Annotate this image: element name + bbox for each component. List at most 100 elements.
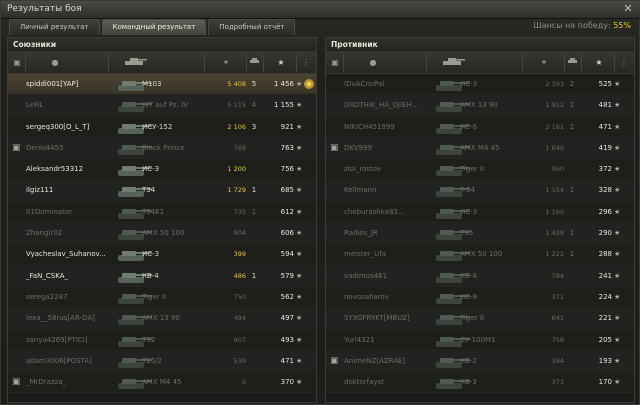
damage-value: 371 <box>551 292 564 301</box>
kills-value <box>248 287 260 308</box>
xp-value: 471 <box>280 356 294 365</box>
player-name[interactable]: Kellmann <box>344 180 436 201</box>
player-name[interactable]: ilgiz111 <box>26 180 118 201</box>
close-icon[interactable]: ✕ <box>621 3 635 16</box>
kills-value <box>248 159 260 180</box>
kills-icon[interactable] <box>248 57 262 69</box>
player-name[interactable]: LeFiL <box>26 95 118 116</box>
xp-star-icon: ★ <box>296 101 303 110</box>
xp-star-icon: ★ <box>296 207 303 216</box>
enemy-row[interactable]: doktorfayst КВ-3 373 170 ★ <box>326 372 634 394</box>
enemy-row[interactable]: NIKICH451999 ИС-6 2 161 2 471 ★ <box>326 116 634 138</box>
player-name[interactable]: sergeq300[O_L_T] <box>26 117 118 138</box>
ally-row[interactable]: sergeq300[O_L_T] ИСУ-152 2 106 3 921 ★ <box>8 116 316 138</box>
ally-row[interactable]: Zhangir02 AMX 50 100 904 606 ★ <box>8 223 316 245</box>
damage-icon[interactable]: ✶ <box>526 57 562 69</box>
player-name[interactable]: sanya4269[PTICI] <box>26 330 118 351</box>
player-name[interactable]: SYXOFRYKT[MBUZ] <box>344 308 436 329</box>
medal-icon[interactable] <box>302 77 316 91</box>
ally-row[interactable]: sanya4269[PTICI] T32 607 493 ★ <box>8 329 316 351</box>
player-name[interactable]: DXOTHIK_HA_OJIEH... <box>344 95 436 116</box>
ally-row[interactable]: lexa__58rus[AR-DA] AMX 13 90 494 497 ★ <box>8 308 316 330</box>
enemy-row[interactable]: novozaharov ИС-8 371 224 ★ <box>326 286 634 309</box>
damage-icon[interactable]: ✶ <box>208 57 244 69</box>
player-name[interactable]: AnimeNZ[AZRAE] <box>344 351 436 372</box>
xp-star-icon[interactable]: ★ <box>266 57 296 69</box>
enemy-row[interactable]: Kellmann T-54 1 154 1 328 ★ <box>326 180 634 202</box>
player-name[interactable]: Aleksandr53312 <box>26 159 118 180</box>
enemy-row[interactable]: IDuACnoPal ИС-3 2 393 2 525 ★ <box>326 74 634 96</box>
enemy-row[interactable]: meister_Ufa AMX 50 100 1 222 1 288 ★ <box>326 244 634 266</box>
damage-value: 607 <box>233 335 246 344</box>
player-name[interactable]: lexa__58rus[AR-DA] <box>26 308 118 329</box>
kills-value <box>566 138 578 159</box>
player-name[interactable]: vadimus461 <box>344 266 436 287</box>
xp-star-icon: ★ <box>614 250 621 259</box>
kills-value: 3 <box>251 122 257 131</box>
player-name[interactable]: cheburashka83... <box>344 202 436 223</box>
ally-row[interactable]: Vyacheslav_Suhanov... ИС-3 399 594 ★ <box>8 244 316 266</box>
xp-value: 685 <box>280 186 294 195</box>
player-name[interactable]: _FaN_CSKA_ <box>26 266 118 287</box>
title-bar[interactable]: Результаты боя ✕ <box>1 1 640 19</box>
ally-row[interactable]: ▣ Denis4455 Black Prince 768 763 ★ <box>8 137 316 160</box>
enemy-row[interactable]: SYXOFRYKT[MBUZ] Tiger II 641 221 ★ <box>326 308 634 330</box>
platoon-icon[interactable]: ▣ <box>329 57 341 69</box>
tab-team[interactable]: Командный результат <box>101 19 207 35</box>
xp-star-icon: ★ <box>296 122 303 131</box>
ally-row[interactable]: adam3006[POSTA] T25/2 539 471 ★ <box>8 350 316 373</box>
player-name[interactable]: Vyacheslav_Suhanov... <box>26 244 118 265</box>
player-name[interactable]: zloi_rostov <box>344 159 436 180</box>
player-name[interactable]: Zhangir02 <box>26 223 118 244</box>
win-chance-value: 55% <box>613 21 631 30</box>
tab-detailed[interactable]: Подробный отчёт <box>208 19 296 35</box>
player-name[interactable]: IDuACnoPal <box>344 74 436 95</box>
ally-row[interactable]: _FaN_CSKA_ КВ-4 486 1 579 ★ <box>8 265 316 287</box>
enemy-row[interactable]: ▣ AnimeNZ[AZRAE] КВ-2 384 193 ★ <box>326 350 634 373</box>
player-icon[interactable]: ● <box>48 57 62 69</box>
ally-row[interactable]: spiddi001[YAP] M103 5 408 5 1 456 ★ <box>8 74 316 96</box>
player-name[interactable]: adam3006[POSTA] <box>26 351 118 372</box>
kills-value <box>248 372 260 393</box>
player-name[interactable]: Yuri4321 <box>344 330 436 351</box>
more-icon[interactable]: ⋮ <box>300 57 312 69</box>
player-name[interactable]: NIKICH451999 <box>344 117 436 138</box>
ally-row[interactable]: ▣ _MrDrazza_ AMX M4 45 0 370 ★ <box>8 372 316 394</box>
enemy-row[interactable]: Yuri4321 СУ-100М1 758 205 ★ <box>326 329 634 351</box>
player-name[interactable]: Radios_JR <box>344 223 436 244</box>
player-name[interactable]: 01Dominator <box>26 202 118 223</box>
kills-icon[interactable] <box>566 57 580 69</box>
player-name[interactable]: novozaharov <box>344 287 436 308</box>
ally-row[interactable]: serega2287 Tiger II 750 562 ★ <box>8 286 316 309</box>
player-name[interactable]: doktorfayst <box>344 372 436 393</box>
enemy-row[interactable]: vadimus461 КВ-4 784 241 ★ <box>326 265 634 287</box>
xp-star-icon[interactable]: ★ <box>584 57 614 69</box>
ally-row[interactable]: LeFiL WT auf Pz. IV 5 115 4 1 155 ★ <box>8 95 316 117</box>
ally-row[interactable]: Aleksandr53312 ИС-3 1 200 756 ★ <box>8 159 316 181</box>
enemies-list: IDuACnoPal ИС-3 2 393 2 525 ★ DXOTHIK_HA_OJIEH… <box>326 74 634 394</box>
player-name[interactable]: meister_Ufa <box>344 244 436 265</box>
xp-star-icon: ★ <box>614 314 621 323</box>
ally-row[interactable]: 01Dominator T54E1 735 1 612 ★ <box>8 201 316 224</box>
player-name[interactable]: serega2287 <box>26 287 118 308</box>
enemy-row[interactable]: Radios_JR T95 1 438 1 290 ★ <box>326 223 634 245</box>
enemy-row[interactable]: zloi_rostov Tiger II 960 372 ★ <box>326 159 634 181</box>
player-name[interactable]: spiddi001[YAP] <box>26 74 118 95</box>
more-icon[interactable]: ⋮ <box>618 57 630 69</box>
xp-value: 193 <box>598 356 612 365</box>
tank-icon[interactable] <box>120 57 150 69</box>
tab-personal[interactable]: Личный результат <box>9 19 100 35</box>
player-name[interactable]: DKV999 <box>344 138 436 159</box>
xp-value: 370 <box>280 378 294 387</box>
xp-value: 170 <box>598 378 612 387</box>
enemy-row[interactable]: DXOTHIK_HA_OJIEH... AMX 13 90 1 912 2 481 ★ <box>326 95 634 117</box>
enemy-row[interactable]: cheburashka83... ИС-3 1 160 296 ★ <box>326 201 634 224</box>
player-name[interactable]: _MrDrazza_ <box>26 372 118 393</box>
ally-row[interactable]: ilgiz111 T34 1 729 1 685 ★ <box>8 180 316 202</box>
platoon-icon[interactable]: ▣ <box>11 57 23 69</box>
player-icon[interactable]: ● <box>366 57 380 69</box>
player-name[interactable]: Denis4455 <box>26 138 118 159</box>
damage-value: 735 <box>233 207 246 216</box>
tank-icon[interactable] <box>438 57 468 69</box>
enemy-row[interactable]: ▣ DKV999 AMX M4 45 1 649 419 ★ <box>326 137 634 160</box>
